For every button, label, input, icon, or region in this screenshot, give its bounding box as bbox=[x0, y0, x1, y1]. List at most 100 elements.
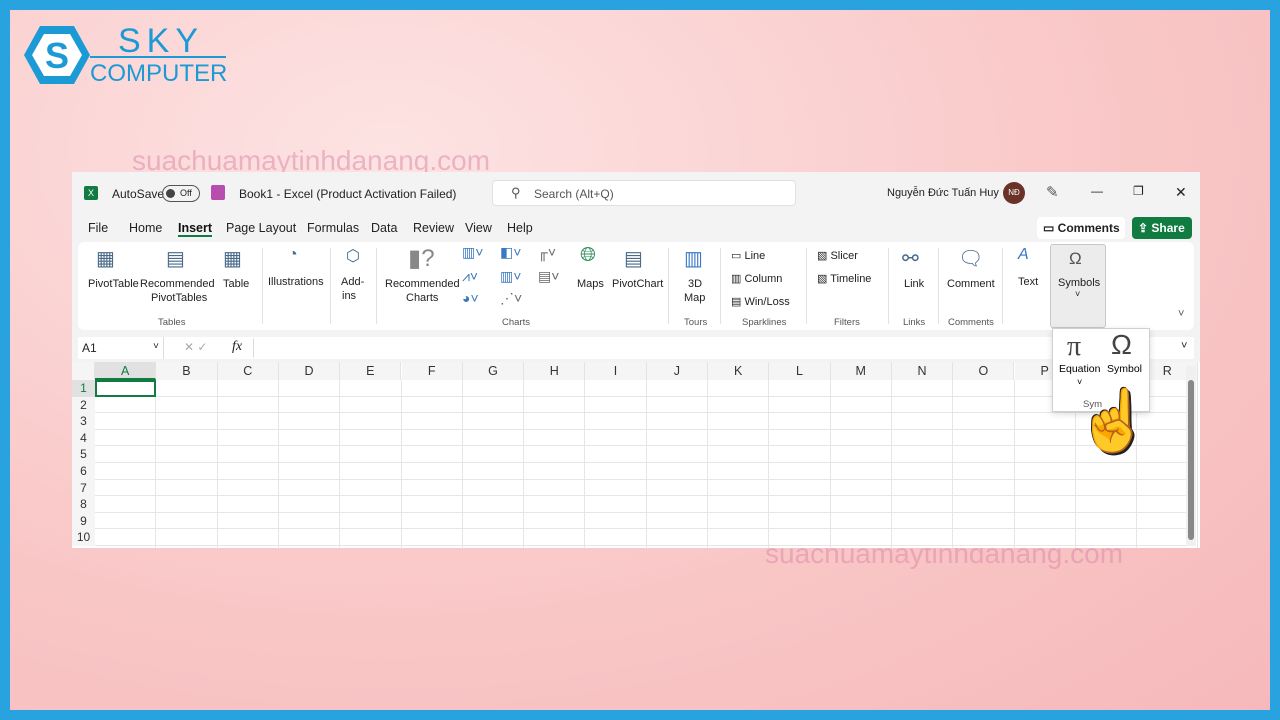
addins-button[interactable]: Add- bbox=[341, 276, 364, 288]
link-button[interactable]: Link bbox=[904, 278, 924, 290]
column-header[interactable]: I bbox=[585, 362, 647, 380]
column-header[interactable]: J bbox=[646, 362, 708, 380]
row-header[interactable]: 8 bbox=[72, 496, 95, 513]
recommended-charts-button[interactable]: Recommended bbox=[385, 278, 460, 290]
comment-button[interactable]: Comment bbox=[947, 278, 995, 290]
search-input[interactable]: ⚲ Search (Alt+Q) bbox=[492, 180, 796, 206]
group-tours: Tours bbox=[684, 317, 708, 328]
tab-review[interactable]: Review bbox=[413, 221, 454, 235]
column-header[interactable]: B bbox=[156, 362, 218, 380]
line-chart-icon[interactable]: ⩘˅ bbox=[462, 268, 478, 285]
save-icon[interactable] bbox=[211, 185, 225, 200]
timeline-button[interactable]: ▧ Timeline bbox=[817, 272, 871, 285]
cancel-icon[interactable]: ✕ ✓ bbox=[184, 340, 207, 354]
active-cell-a1[interactable] bbox=[95, 380, 157, 397]
name-box[interactable]: A1 ˅ bbox=[78, 337, 164, 359]
gridline bbox=[216, 380, 218, 548]
row-header[interactable]: 3 bbox=[72, 413, 95, 430]
maps-icon: 🌐︎ bbox=[580, 244, 596, 266]
column-header[interactable]: M bbox=[830, 362, 892, 380]
tab-help[interactable]: Help bbox=[507, 221, 533, 235]
recommended-pivottables-button[interactable]: Recommended bbox=[140, 278, 215, 290]
close-button[interactable]: ✕ bbox=[1175, 184, 1187, 201]
tab-data[interactable]: Data bbox=[371, 221, 397, 235]
omega-icon: Ω bbox=[1069, 249, 1082, 268]
gridline bbox=[95, 462, 1195, 463]
ribbon-collapse-icon[interactable]: ˅ bbox=[1178, 308, 1184, 320]
pie-chart-icon[interactable]: ◕˅ bbox=[462, 290, 479, 306]
tab-file[interactable]: File bbox=[88, 221, 108, 235]
row-header[interactable]: 9 bbox=[72, 512, 95, 530]
minimize-button[interactable]: — bbox=[1091, 184, 1103, 198]
hierarchy-chart-icon[interactable]: ◧˅ bbox=[500, 244, 521, 261]
column-header[interactable]: G bbox=[462, 362, 525, 380]
comments-button[interactable]: ▭ Comments bbox=[1037, 217, 1125, 239]
column-header[interactable]: F bbox=[401, 362, 463, 380]
slicer-icon: ▧ bbox=[817, 250, 831, 262]
slicer-button[interactable]: ▧ Slicer bbox=[817, 249, 858, 262]
spreadsheet-grid[interactable]: A B C D E F G H I J K L M N O P R 1 2 3 4 5 6 7 8 9 10 bbox=[72, 362, 1200, 548]
restore-button[interactable]: ❐ bbox=[1133, 184, 1144, 198]
column-chart-icon[interactable]: ▥˅ bbox=[462, 244, 483, 261]
select-all[interactable] bbox=[72, 362, 95, 380]
vertical-scrollbar[interactable] bbox=[1186, 366, 1196, 546]
formula-input[interactable] bbox=[253, 338, 1168, 358]
logo-computer: COMPUTER bbox=[90, 60, 228, 87]
row-header[interactable]: 10 bbox=[72, 529, 95, 546]
row-header[interactable]: 7 bbox=[72, 479, 95, 497]
tab-formulas[interactable]: Formulas bbox=[307, 221, 359, 235]
column-header[interactable]: A bbox=[95, 362, 157, 380]
share-button[interactable]: ⇪ Share bbox=[1132, 217, 1192, 239]
waterfall-chart-icon[interactable]: ╓˅ bbox=[538, 244, 556, 260]
row-header[interactable]: 2 bbox=[72, 396, 95, 414]
avatar[interactable]: NĐ bbox=[1003, 182, 1025, 204]
table-icon: ▦ bbox=[223, 248, 242, 270]
gridline bbox=[584, 380, 586, 548]
column-header[interactable]: C bbox=[217, 362, 279, 380]
scatter-chart-icon[interactable]: ⋰˅ bbox=[500, 290, 522, 307]
statistic-chart-icon[interactable]: ▥˅ bbox=[500, 268, 521, 285]
3d-map-button[interactable]: 3D bbox=[688, 278, 702, 290]
tab-insert[interactable]: Insert bbox=[178, 221, 213, 237]
combo-chart-icon[interactable]: ▤˅ bbox=[538, 268, 559, 285]
tab-view[interactable]: View bbox=[465, 221, 492, 235]
link-icon: ⚯ bbox=[902, 248, 919, 270]
insert-function-button[interactable]: fx bbox=[232, 339, 242, 355]
column-header[interactable]: O bbox=[953, 362, 1015, 380]
row-header[interactable]: 4 bbox=[72, 429, 95, 447]
timeline-icon: ▧ bbox=[817, 273, 831, 285]
sparkline-line-button[interactable]: ▭ Line bbox=[731, 249, 765, 262]
tab-page-layout[interactable]: Page Layout bbox=[226, 221, 296, 235]
symbols-button[interactable]: Ω Symbols ˅ bbox=[1050, 244, 1106, 328]
symbol-button[interactable]: Symbol bbox=[1107, 363, 1142, 375]
column-header[interactable]: K bbox=[708, 362, 770, 380]
maps-button[interactable]: Maps bbox=[577, 278, 604, 290]
gridline bbox=[95, 545, 1195, 546]
expand-formula-icon[interactable]: ˅ bbox=[1181, 340, 1187, 352]
sparkline-line-icon: ▭ bbox=[731, 250, 745, 262]
row-header[interactable]: 6 bbox=[72, 463, 95, 480]
pi-icon: π bbox=[1067, 331, 1082, 362]
column-header[interactable]: D bbox=[278, 362, 341, 380]
row-header[interactable]: 1 bbox=[72, 380, 95, 397]
column-header[interactable]: L bbox=[769, 362, 831, 380]
pivottable-button[interactable]: PivotTable bbox=[88, 278, 139, 290]
table-button[interactable]: Table bbox=[223, 278, 249, 290]
column-header[interactable]: N bbox=[891, 362, 954, 380]
autosave-toggle[interactable]: Off bbox=[162, 185, 200, 202]
column-header[interactable]: H bbox=[524, 362, 586, 380]
pivotchart-button[interactable]: PivotChart bbox=[612, 278, 663, 290]
sparkline-winloss-button[interactable]: ▤ Win/Loss bbox=[731, 295, 790, 308]
search-icon: ⚲ bbox=[511, 185, 521, 200]
row-header[interactable]: 5 bbox=[72, 446, 95, 463]
text-button[interactable]: Text bbox=[1018, 276, 1038, 288]
pen-icon[interactable]: ✎ bbox=[1046, 183, 1059, 201]
illustrations-button[interactable]: Illustrations bbox=[268, 276, 324, 288]
tab-home[interactable]: Home bbox=[129, 221, 162, 235]
gridline bbox=[95, 511, 1195, 513]
equation-button[interactable]: Equation bbox=[1059, 363, 1100, 375]
column-header[interactable]: E bbox=[340, 362, 402, 380]
autosave-label: AutoSave bbox=[112, 187, 165, 201]
sparkline-column-button[interactable]: ▥ Column bbox=[731, 272, 782, 285]
addins-label: ins bbox=[342, 290, 357, 302]
